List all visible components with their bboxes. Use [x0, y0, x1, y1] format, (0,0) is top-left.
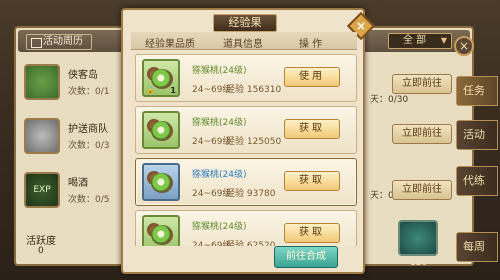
header-action: 操 作 [299, 39, 323, 50]
kiwi-fruit-icon: 🔒 1 [142, 59, 180, 97]
activity-count: 次数：0/5 [68, 195, 110, 205]
escort-icon [24, 118, 60, 154]
kiwi-slice-icon [151, 173, 173, 193]
header-info: 道具信息 [223, 39, 263, 50]
side-tab-training[interactable]: 代练 [456, 166, 498, 196]
exp-icon: EXP [24, 172, 60, 208]
header-quality: 经验果品质 [145, 39, 195, 50]
item-quantity: 1 [170, 86, 176, 95]
item-exp: 经验 125050 [226, 137, 282, 147]
go-button-drink[interactable]: 立即前往 [392, 180, 452, 200]
obtain-button[interactable]: 获取 [284, 223, 340, 243]
table-header: 经验果品质 道具信息 操 作 [131, 32, 357, 50]
item-name: 猕猴桃(24级) [192, 222, 247, 232]
item-exp: 经验 93780 [226, 189, 276, 199]
activity-points-label: 活跃度 [26, 236, 56, 247]
activity-calendar-tab[interactable]: 活动周历 [26, 34, 92, 50]
obtain-button[interactable]: 获取 [284, 171, 340, 191]
modal-title: 经验果 [213, 14, 277, 32]
kiwi-fruit-icon [142, 163, 180, 201]
use-button[interactable]: 使用 [284, 67, 340, 87]
obtain-button[interactable]: 获取 [284, 119, 340, 139]
activity-count: 次数：0/1 [68, 87, 110, 97]
panel-close-button[interactable]: × [454, 36, 474, 56]
filter-dropdown[interactable]: 全 部 [388, 33, 452, 49]
island-icon [24, 64, 60, 100]
side-tab-task[interactable]: 任务 [456, 76, 498, 106]
kiwi-slice-icon [151, 121, 173, 141]
exp-fruit-modal: 经验果 × 经验果品质 道具信息 操 作 🔒 1 猕猴桃(24级) 24~69级… [121, 8, 376, 274]
activity-row-drink: EXP 喝酒 次数：0/5 [22, 170, 127, 214]
item-exp: 经验 156310 [226, 85, 282, 95]
activity-points-value: 0 [38, 246, 44, 256]
reward-chest-value: 120 [410, 258, 428, 268]
side-tab-weekly[interactable]: 每周 [456, 232, 498, 262]
exp-fruit-list[interactable]: 🔒 1 猕猴桃(24级) 24~69级 经验 156310 使用 猕猴桃(24级… [131, 50, 357, 246]
side-tab-activity[interactable]: 活动 [456, 120, 498, 150]
kiwi-fruit-icon [142, 215, 180, 246]
item-name: 猕猴桃(24级) [192, 170, 247, 180]
activity-row-xiakedao: 侠客岛 次数：0/1 [22, 62, 127, 106]
list-item: 猕猴桃(24级) 24~69级 经验 125050 获取 [135, 106, 357, 154]
kiwi-fruit-icon [142, 111, 180, 149]
list-item: 猕猴桃(24级) 24~69级 经验 93780 获取 [135, 158, 357, 206]
activity-count: 次数：0/3 [68, 141, 110, 151]
lock-icon: 🔒 [146, 86, 155, 94]
activity-name: 侠客岛 [68, 70, 98, 81]
list-item: 猕猴桃(24级) 24~69级 经验 62520 获取 [135, 210, 357, 246]
go-button-xiakedao[interactable]: 立即前往 [392, 74, 452, 94]
activity-row-escort: 护送商队 次数：0/3 [22, 116, 127, 160]
list-item: 🔒 1 猕猴桃(24级) 24~69级 经验 156310 使用 [135, 54, 357, 102]
kiwi-slice-icon [151, 225, 173, 245]
go-synthesize-button[interactable]: 前往合成 [274, 246, 338, 268]
item-name: 猕猴桃(24级) [192, 66, 247, 76]
activity-name: 喝酒 [68, 178, 88, 189]
go-button-escort[interactable]: 立即前往 [392, 124, 452, 144]
item-name: 猕猴桃(24级) [192, 118, 247, 128]
item-exp: 经验 62520 [226, 241, 276, 246]
reward-chest-icon[interactable] [398, 220, 438, 256]
activity-name: 护送商队 [68, 124, 108, 135]
